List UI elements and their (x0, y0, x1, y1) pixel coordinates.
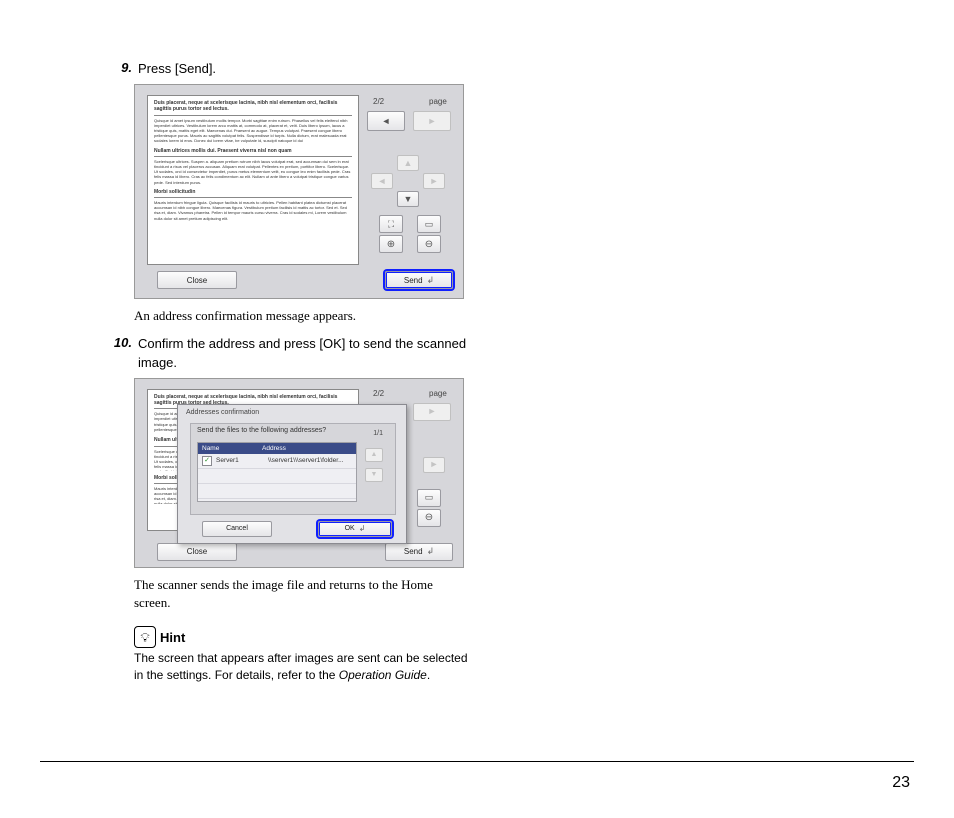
prev-page-button[interactable]: ◄ (367, 111, 405, 131)
page-indicator: 2/2 (373, 389, 384, 398)
address-confirmation-dialog: Addresses confirmation Send the files to… (177, 404, 407, 544)
step-result-text: An address confirmation message appears. (134, 307, 470, 325)
fit-page-icon[interactable]: ▭ (417, 215, 441, 233)
send-label: Send (404, 276, 423, 285)
lorem-heading: Morbi sollicitudin (154, 189, 352, 195)
send-button[interactable]: Send ↲ (385, 543, 453, 561)
hint-text: The screen that appears after images are… (134, 650, 474, 684)
ok-label: OK (345, 525, 355, 532)
send-button[interactable]: Send ↲ (385, 271, 453, 289)
hint-icon: 💡︎ (134, 626, 156, 648)
scroll-down-button[interactable]: ▼ (365, 468, 383, 482)
enter-icon: ↲ (359, 524, 366, 533)
page-number: 23 (892, 774, 910, 792)
next-page-button[interactable]: ► (413, 403, 451, 421)
document-preview: Duis placerat, neque at scelerisque laci… (147, 95, 359, 265)
fit-page-icon[interactable]: ▭ (417, 489, 441, 507)
dialog-page-indicator: 1/1 (373, 430, 383, 437)
step-result-text: The scanner sends the image file and ret… (134, 576, 470, 612)
table-row (198, 484, 356, 499)
pan-right-button[interactable]: ► (423, 457, 445, 473)
address-table: Name Address ✓ Server1 \\server1\\\serve… (197, 442, 357, 502)
lorem-p: Quisque id amet ipsum vestibulum mollis … (154, 118, 352, 144)
dialog-question: Send the files to the following addresse… (191, 424, 395, 437)
dialog-title: Addresses confirmation (178, 405, 406, 420)
close-button[interactable]: Close (157, 271, 237, 289)
table-row[interactable]: ✓ Server1 \\server1\\\server1\folder... (198, 454, 356, 469)
pan-down-button[interactable]: ▼ (397, 191, 419, 207)
lorem-p: Mauris interdum fringue ligula. Quisque … (154, 200, 352, 221)
enter-icon: ↲ (427, 546, 435, 557)
screenshot-send-preview: Duis placerat, neque at scelerisque laci… (134, 84, 464, 299)
checkbox-checked-icon[interactable]: ✓ (202, 456, 212, 466)
step-number: 9. (110, 60, 132, 75)
table-header-name: Name (202, 445, 262, 452)
hint-label: Hint (160, 630, 185, 645)
pan-left-button[interactable]: ◄ (371, 173, 393, 189)
fit-width-icon[interactable]: ⛶ (379, 215, 403, 233)
ok-button[interactable]: OK ↲ (318, 521, 392, 537)
row-name: Server1 (216, 457, 264, 464)
lorem-p: Scelerisque ultrices. Suspen a. aliquam … (154, 159, 352, 185)
table-row (198, 499, 356, 513)
enter-icon: ↲ (427, 275, 435, 286)
step-text: Press [Send]. (138, 60, 470, 78)
row-address: \\server1\\\server1\folder... (268, 457, 352, 464)
send-label: Send (404, 547, 423, 556)
zoom-in-icon[interactable]: ⊕ (379, 235, 403, 253)
page-label: page (429, 97, 447, 106)
pan-right-button[interactable]: ► (423, 173, 445, 189)
footer-rule (40, 761, 914, 762)
table-row (198, 469, 356, 484)
lorem-heading: Nullam ultrices mollis dui. Praesent viv… (154, 148, 352, 154)
zoom-out-icon[interactable]: ⊖ (417, 235, 441, 253)
scroll-up-button[interactable]: ▲ (365, 448, 383, 462)
table-header-address: Address (262, 445, 286, 452)
step-text: Confirm the address and press [OK] to se… (138, 335, 470, 371)
pan-up-button[interactable]: ▲ (397, 155, 419, 171)
lorem-heading: Duis placerat, neque at scelerisque laci… (154, 100, 352, 113)
page-indicator: 2/2 (373, 97, 384, 106)
cancel-button[interactable]: Cancel (202, 521, 272, 537)
screenshot-address-confirm: Duis placerat, neque at scelerisque laci… (134, 378, 464, 568)
zoom-out-icon[interactable]: ⊖ (417, 509, 441, 527)
page-label: page (429, 389, 447, 398)
step-number: 10. (110, 335, 132, 350)
close-button[interactable]: Close (157, 543, 237, 561)
next-page-button[interactable]: ► (413, 111, 451, 131)
